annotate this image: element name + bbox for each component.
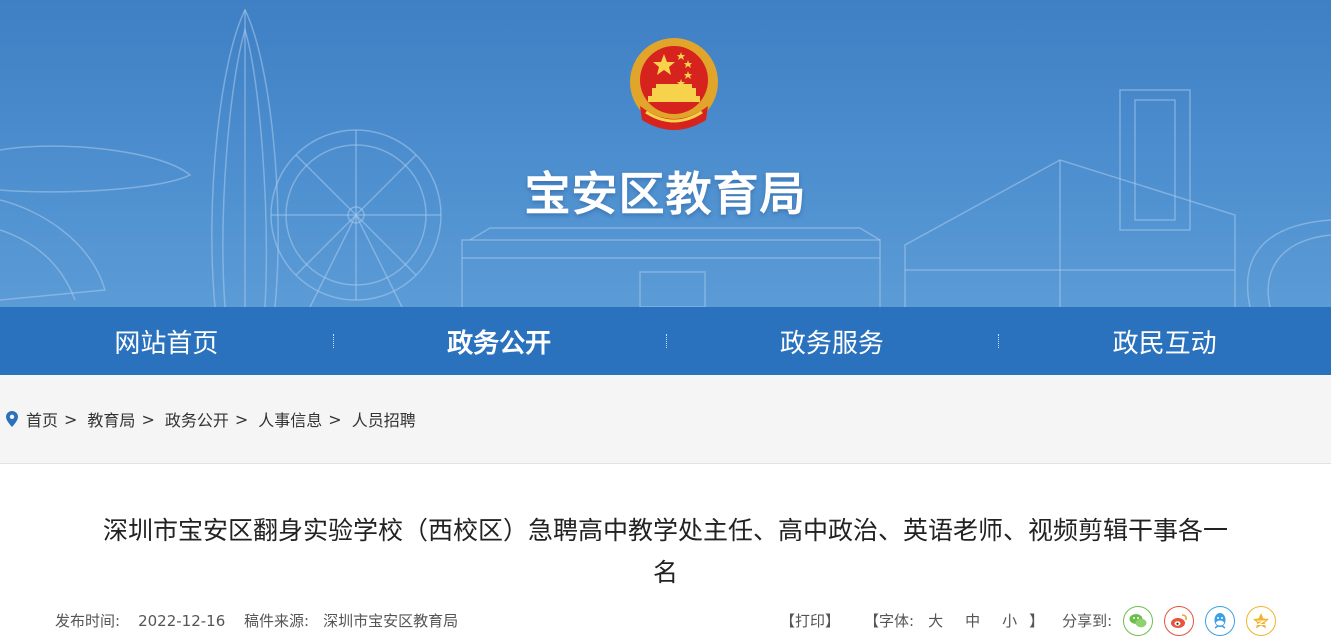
qq-icon[interactable] <box>1205 605 1236 636</box>
nav-item-government-affairs[interactable]: 政务公开 <box>332 323 666 360</box>
location-pin-icon <box>6 411 18 427</box>
font-large-button[interactable]: 大 <box>928 610 943 631</box>
font-size-bracket-close: 】 <box>1029 612 1045 630</box>
breadcrumb: 首页 > 教育局 > 政务公开 > 人事信息 > 人员招聘 <box>0 375 1331 464</box>
national-emblem-icon <box>630 38 718 130</box>
article-title-line-1: 深圳市宝安区翻身实验学校（西校区）急聘高中教学处主任、高中政治、英语老师、视频剪… <box>102 516 1228 545</box>
print-button[interactable]: 【打印】 <box>780 610 840 631</box>
nav-item-public-interaction[interactable]: 政民互动 <box>998 323 1331 360</box>
font-small-button[interactable]: 小 <box>1002 610 1017 631</box>
breadcrumb-personnel-info[interactable]: 人事信息 <box>258 407 322 431</box>
publish-date: 2022-12-16 <box>138 612 226 630</box>
breadcrumb-separator: > <box>234 409 249 429</box>
wechat-icon[interactable] <box>1123 605 1154 636</box>
main-navigation: 网站首页 政务公开 政务服务 政民互动 <box>0 307 1331 375</box>
header-banner: 宝安区教育局 <box>0 0 1331 307</box>
publish-time-label: 发布时间: <box>55 612 121 630</box>
breadcrumb-recruitment[interactable]: 人员招聘 <box>352 407 416 431</box>
share-label: 分享到: <box>1062 612 1113 630</box>
breadcrumb-separator: > <box>64 409 78 429</box>
breadcrumb-education-bureau[interactable]: 教育局 <box>87 407 135 431</box>
qzone-icon[interactable] <box>1246 605 1277 636</box>
breadcrumb-separator: > <box>141 409 155 429</box>
source-value: 深圳市宝安区教育局 <box>323 612 459 630</box>
article-title-line-2: 名 <box>652 558 678 587</box>
breadcrumb-separator: > <box>328 409 342 429</box>
font-size-label: 【字体: <box>864 612 915 630</box>
weibo-icon[interactable] <box>1164 605 1195 636</box>
breadcrumb-home[interactable]: 首页 <box>26 407 58 431</box>
breadcrumb-government-affairs[interactable]: 政务公开 <box>165 407 229 431</box>
site-title: 宝安区教育局 <box>524 167 807 221</box>
font-medium-button[interactable]: 中 <box>965 610 980 631</box>
source-label: 稿件来源: <box>244 612 310 630</box>
nav-item-home[interactable]: 网站首页 <box>0 323 333 360</box>
nav-item-government-services[interactable]: 政务服务 <box>665 323 999 360</box>
article-meta: 发布时间: 2022-12-16 稿件来源: 深圳市宝安区教育局 【打印】 【字体:… <box>0 604 1331 637</box>
article-title: 深圳市宝安区翻身实验学校（西校区）急聘高中教学处主任、高中政治、英语老师、视频剪… <box>0 510 1331 594</box>
